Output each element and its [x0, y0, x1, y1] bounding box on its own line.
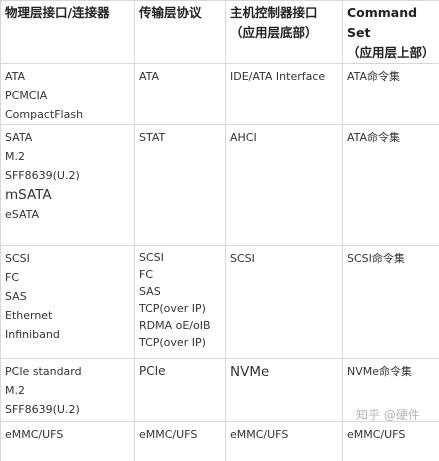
physical-cell: SCSI FC SAS Ethernet Infiniband	[1, 246, 135, 359]
controller-cell: eMMC/UFS	[226, 422, 343, 461]
cell-line: ATA命令集	[347, 128, 439, 147]
cell-line: RDMA oE/oIB	[139, 317, 225, 334]
cell-line: SFF8639(U.2)	[5, 400, 134, 419]
cell-line: SCSI	[5, 249, 134, 268]
controller-cell: IDE/ATA Interface	[226, 64, 343, 125]
transport-cell: SCSI FC SAS TCP(over IP) RDMA oE/oIB TCP…	[135, 246, 226, 359]
physical-cell: ATA PCMCIA CompactFlash	[1, 64, 135, 125]
header-physical-label: 物理层接口/连接器	[5, 5, 110, 20]
header-command-sublabel: （应用层上部）	[347, 43, 439, 63]
header-physical-layer: 物理层接口/连接器	[1, 1, 135, 64]
cell-line: STAT	[139, 128, 225, 147]
cell-line: FC	[5, 268, 134, 287]
transport-cell: STAT	[135, 125, 226, 246]
cell-line: FC	[139, 266, 225, 283]
cell-line: SCSI	[139, 249, 225, 266]
cell-line: mSATA	[5, 185, 134, 205]
cell-line: NVMe	[230, 362, 342, 382]
cell-line: eMMC/UFS	[139, 425, 225, 444]
table-row: PCIe standard M.2 SFF8639(U.2) PCIe NVMe…	[1, 359, 439, 422]
table-row: SCSI FC SAS Ethernet Infiniband SCSI FC …	[1, 246, 439, 359]
cell-line: SAS	[139, 283, 225, 300]
header-host-controller: 主机控制器接口 （应用层底部）	[226, 1, 343, 64]
header-controller-label: 主机控制器接口	[230, 3, 342, 23]
cell-line: Infiniband	[5, 325, 134, 344]
controller-cell: AHCI	[226, 125, 343, 246]
cell-line: eMMC/UFS	[5, 425, 134, 444]
physical-cell: eMMC/UFS	[1, 422, 135, 461]
header-controller-sublabel: （应用层底部）	[230, 23, 342, 43]
cell-line: IDE/ATA Interface	[230, 67, 342, 86]
cell-line: eSATA	[5, 205, 134, 224]
command-cell: ATA命令集	[343, 64, 439, 125]
cell-line: ATA	[139, 67, 225, 86]
header-transport-label: 传输层协议	[139, 5, 202, 20]
transport-cell: ATA	[135, 64, 226, 125]
cell-line: CompactFlash	[5, 105, 134, 124]
command-cell: ATA命令集	[343, 125, 439, 246]
cell-line: TCP(over IP)	[139, 334, 225, 351]
cell-line: eMMC/UFS	[230, 425, 342, 444]
interface-table: 物理层接口/连接器 传输层协议 主机控制器接口 （应用层底部） Command …	[0, 0, 439, 461]
table-row: SATA M.2 SFF8639(U.2) mSATA eSATA STAT A…	[1, 125, 439, 246]
cell-line: PCIe standard	[5, 362, 134, 381]
controller-cell: NVMe	[226, 359, 343, 422]
cell-line: M.2	[5, 147, 134, 166]
cell-line: AHCI	[230, 128, 342, 147]
transport-cell: PCIe	[135, 359, 226, 422]
cell-line: ATA	[5, 67, 134, 86]
table-row: ATA PCMCIA CompactFlash ATA IDE/ATA Inte…	[1, 64, 439, 125]
cell-line: PCMCIA	[5, 86, 134, 105]
transport-cell: eMMC/UFS	[135, 422, 226, 461]
cell-line: NVMe命令集	[347, 362, 439, 381]
command-cell: NVMe命令集	[343, 359, 439, 422]
cell-line: SCSI命令集	[347, 249, 439, 268]
cell-line: TCP(over IP)	[139, 300, 225, 317]
controller-cell: SCSI	[226, 246, 343, 359]
physical-cell: PCIe standard M.2 SFF8639(U.2)	[1, 359, 135, 422]
cell-line: ATA命令集	[347, 67, 439, 86]
physical-cell: SATA M.2 SFF8639(U.2) mSATA eSATA	[1, 125, 135, 246]
cell-line: eMMC/UFS	[347, 425, 439, 444]
cell-line: SCSI	[230, 249, 342, 268]
command-cell: SCSI命令集	[343, 246, 439, 359]
command-cell: eMMC/UFS	[343, 422, 439, 461]
cell-line: M.2	[5, 381, 134, 400]
header-row: 物理层接口/连接器 传输层协议 主机控制器接口 （应用层底部） Command …	[1, 1, 439, 64]
cell-line: SATA	[5, 128, 134, 147]
cell-line: Ethernet	[5, 306, 134, 325]
header-command-set: Command Set （应用层上部）	[343, 1, 439, 64]
table-row: eMMC/UFS eMMC/UFS eMMC/UFS eMMC/UFS	[1, 422, 439, 461]
page: 物理层接口/连接器 传输层协议 主机控制器接口 （应用层底部） Command …	[0, 0, 439, 440]
cell-line: SAS	[5, 287, 134, 306]
header-command-label: Command Set	[347, 3, 439, 43]
cell-line: SFF8639(U.2)	[5, 166, 134, 185]
cell-line: PCIe	[139, 362, 225, 381]
header-transport-layer: 传输层协议	[135, 1, 226, 64]
